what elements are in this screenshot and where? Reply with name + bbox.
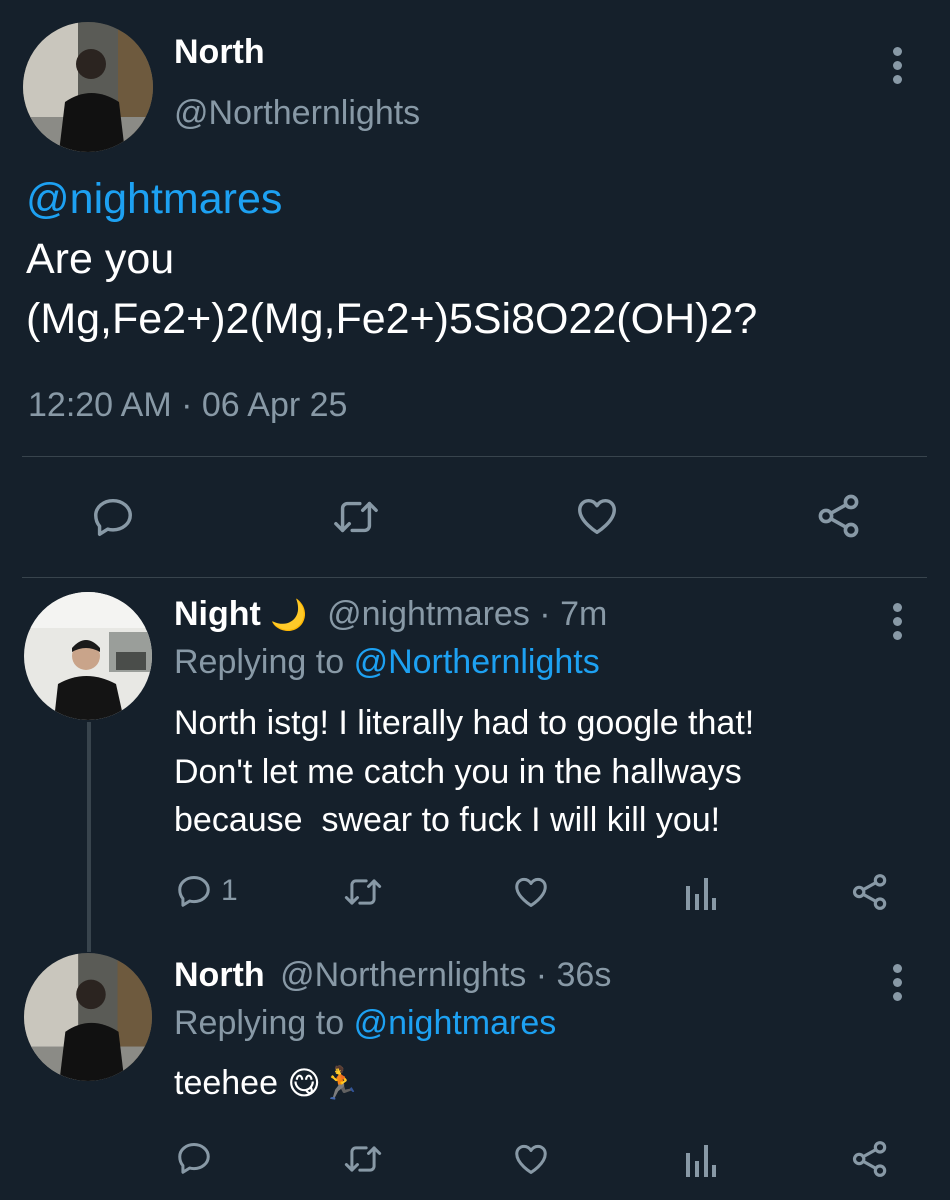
- handle[interactable]: @nightmares: [327, 595, 530, 633]
- share-icon[interactable]: [850, 872, 890, 912]
- tweet-text-line: North istg! I literally had to google th…: [174, 704, 755, 742]
- reply-icon[interactable]: [175, 1139, 213, 1177]
- replying-to-link[interactable]: @nightmares: [354, 1004, 557, 1042]
- time-text: 12:20 AM: [28, 386, 172, 424]
- relative-time: · 36s: [535, 956, 612, 994]
- handle[interactable]: @Northernlights: [280, 956, 526, 994]
- analytics-icon[interactable]: [684, 1141, 716, 1177]
- share-icon[interactable]: [850, 1139, 890, 1179]
- separator: ·: [181, 386, 193, 424]
- avatar[interactable]: [23, 22, 153, 152]
- tweet-text-line: teehee 😋🏃: [174, 1064, 361, 1103]
- replying-to: Replying to @Northernlights: [174, 643, 600, 682]
- display-name[interactable]: North: [174, 956, 265, 994]
- tweet-text-line: (Mg,Fe2+)2(Mg,Fe2+)5Si8O22(OH)2?: [26, 295, 758, 343]
- heart-icon[interactable]: [511, 873, 551, 911]
- tweet-text-line: Don't let me catch you in the hallways: [174, 753, 742, 791]
- divider: [22, 577, 927, 578]
- avatar-image: [24, 953, 152, 1081]
- avatar[interactable]: [24, 592, 152, 720]
- retweet-icon[interactable]: [341, 1140, 385, 1178]
- divider: [22, 456, 927, 457]
- date-text: 06 Apr 25: [201, 386, 348, 424]
- reply-icon: [175, 872, 213, 910]
- more-vertical-icon[interactable]: [893, 603, 903, 645]
- analytics-icon[interactable]: [684, 874, 716, 910]
- reply-icon[interactable]: [90, 494, 136, 540]
- replying-prefix: Replying to: [174, 643, 345, 681]
- avatar-image: [23, 22, 153, 152]
- moon-emoji: 🌙: [270, 599, 308, 632]
- tweet-text-line: because swear to fuck I will kill you!: [174, 801, 721, 839]
- heart-icon[interactable]: [573, 493, 621, 539]
- emoji: 😋🏃: [287, 1065, 361, 1101]
- replying-to: Replying to @nightmares: [174, 1004, 556, 1043]
- share-icon[interactable]: [815, 492, 863, 540]
- display-name[interactable]: North: [174, 33, 265, 72]
- more-vertical-icon[interactable]: [893, 964, 903, 1006]
- heart-icon[interactable]: [511, 1140, 551, 1178]
- avatar-image: [24, 592, 152, 720]
- tweet-header: North @Northernlights · 36s: [174, 956, 611, 995]
- retweet-icon[interactable]: [330, 494, 382, 540]
- handle[interactable]: @Northernlights: [174, 94, 420, 133]
- tweet-text-line: Are you: [26, 235, 175, 283]
- reply-count: 1: [221, 874, 238, 907]
- avatar[interactable]: [24, 953, 152, 1081]
- more-vertical-icon[interactable]: [893, 47, 903, 89]
- tweet-text: teehee: [174, 1064, 278, 1102]
- retweet-icon[interactable]: [341, 873, 385, 911]
- tweet-header: Night 🌙 @nightmares · 7m: [174, 595, 607, 634]
- reply-button[interactable]: 1: [175, 872, 238, 910]
- timestamp[interactable]: 12:20 AM · 06 Apr 25: [28, 386, 347, 425]
- relative-time: · 7m: [539, 595, 608, 633]
- replying-prefix: Replying to: [174, 1004, 345, 1042]
- thread-connector: [87, 722, 91, 952]
- mention-link[interactable]: @nightmares: [26, 175, 282, 224]
- replying-to-link[interactable]: @Northernlights: [354, 643, 600, 681]
- display-name[interactable]: Night: [174, 595, 261, 633]
